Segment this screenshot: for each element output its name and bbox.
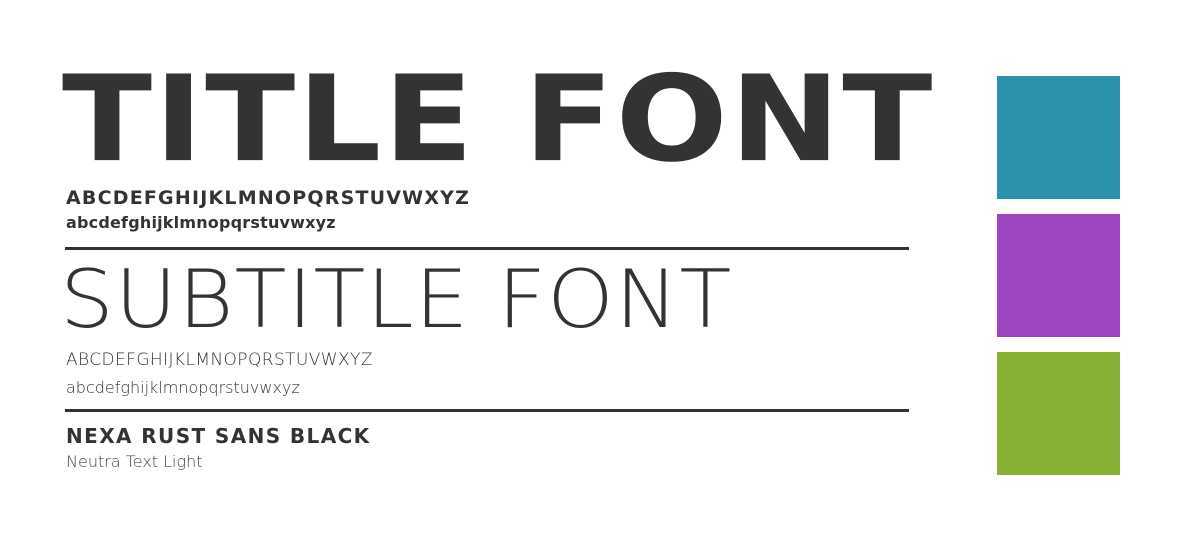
style-guide-sheet: TITLE FONT ABCDEFGHIJKLMNOPQRSTUVWXYZ ab… [0, 0, 1200, 556]
section-divider [65, 409, 909, 412]
subtitle-font-sample: SUBTITLE FONT [60, 253, 733, 346]
purple-color-swatch [997, 214, 1120, 337]
subtitle-font-lowercase-alphabet: abcdefghijklmnopqrstuvwxyz [66, 378, 300, 397]
subtitle-font-uppercase-alphabet: ABCDEFGHIJKLMNOPQRSTUVWXYZ [66, 350, 373, 370]
title-font-uppercase-alphabet: ABCDEFGHIJKLMNOPQRSTUVWXYZ [66, 187, 471, 209]
title-font-name: NEXA RUST SANS BLACK [66, 424, 371, 448]
teal-color-swatch [997, 76, 1120, 199]
section-divider [65, 247, 909, 250]
subtitle-font-name: Neutra Text Light [66, 452, 203, 471]
title-font-lowercase-alphabet: abcdefghijklmnopqrstuvwxyz [66, 213, 336, 232]
title-font-sample: TITLE FONT [62, 50, 935, 189]
green-color-swatch [997, 352, 1120, 475]
